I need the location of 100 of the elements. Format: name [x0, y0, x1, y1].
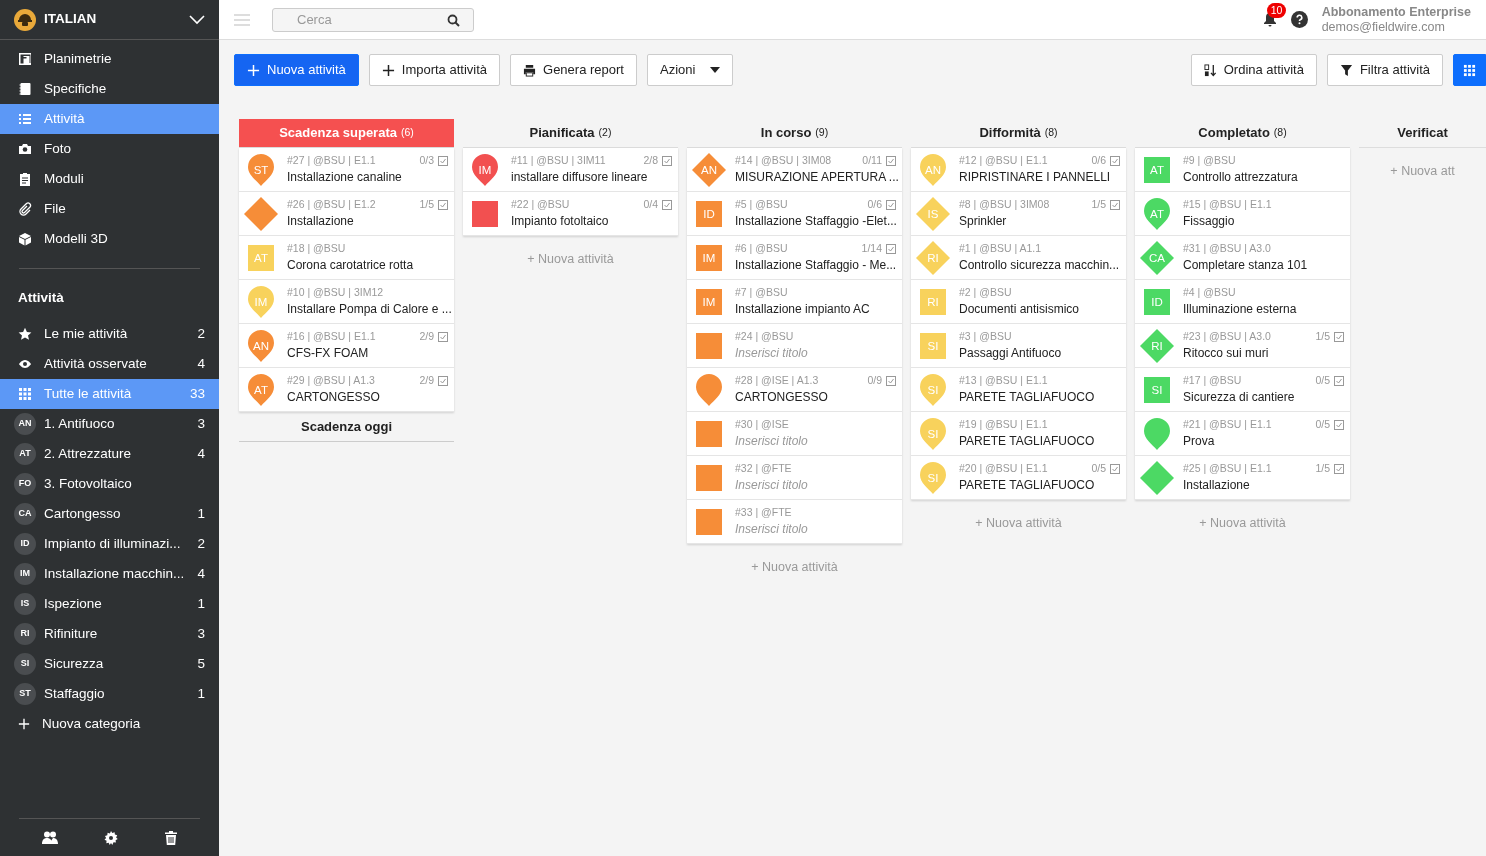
account-email: demos@fieldwire.com: [1321, 19, 1446, 34]
category-item[interactable]: CA Cartongesso 1: [0, 499, 219, 529]
plus-icon: [247, 63, 260, 77]
category-item[interactable]: AN 1. Antifuoco 3: [0, 409, 219, 439]
import-button[interactable]: Importa attività: [368, 54, 501, 86]
new-category-link[interactable]: Nuova categoria: [0, 709, 219, 739]
checklist-count: 0/6: [867, 196, 882, 212]
paperclip-icon: [18, 202, 32, 216]
category-avatar: SI: [14, 653, 36, 675]
task-card[interactable]: AN #16 | @BSU | E1.1 2/9 CFS-FX FOAM: [239, 324, 454, 368]
category-initials: SI: [926, 470, 940, 486]
task-card[interactable]: AN #12 | @BSU | E1.1 0/6 RIPRISTINARE I PANNELLI: [911, 148, 1126, 192]
task-card[interactable]: AT #29 | @BSU | A1.3 2/9 CARTONGESSO: [239, 368, 454, 412]
category-item[interactable]: AT 2. Attrezzature 4: [0, 439, 219, 469]
search-field[interactable]: Cerca: [272, 7, 474, 32]
filter-item[interactable]: Le mie attività 2: [0, 319, 219, 349]
checklist-count: 2/9: [419, 372, 434, 388]
task-card[interactable]: AT #15 | @BSU | E1.1 Fissaggio: [1135, 192, 1350, 236]
task-title: PARETE TAGLIAFUOCO: [959, 389, 1096, 407]
users-icon[interactable]: [42, 831, 59, 844]
task-meta: #32 | @FTE: [735, 460, 793, 476]
task-card[interactable]: CA #31 | @BSU | A3.0 Completare stanza 101: [1135, 236, 1350, 280]
task-card[interactable]: #26 | @BSU | E1.2 1/5 Installazione: [239, 192, 454, 236]
task-card[interactable]: ID #4 | @BSU Illuminazione esterna: [1135, 280, 1350, 324]
camera-icon: [18, 142, 32, 156]
category-avatar: FO: [14, 473, 36, 495]
column-title: Pianificata: [529, 124, 595, 143]
task-card[interactable]: IM #11 | @BSU | 3IM11 2/8 installare diffusore lineare: [463, 148, 678, 192]
task-card[interactable]: AT #9 | @BSU Controllo attrezzatura: [1135, 148, 1350, 192]
checklist-count: 0/5: [1315, 372, 1330, 388]
help-icon[interactable]: [1290, 11, 1308, 28]
nav-item[interactable]: Planimetrie: [0, 44, 219, 74]
column-title: Scadenza superata: [279, 124, 397, 143]
title-placeholder: Inserisci titolo: [735, 433, 809, 451]
task-card[interactable]: #28 | @ISE | A1.3 0/9 CARTONGESSO: [687, 368, 902, 412]
task-card[interactable]: SI #19 | @BSU | E1.1 PARETE TAGLIAFUOCO: [911, 412, 1126, 456]
task-card[interactable]: RI #2 | @BSU Documenti antisismico: [911, 280, 1126, 324]
task-meta: #22 | @BSU: [511, 196, 571, 212]
category-initials: AN: [252, 338, 270, 354]
category-item[interactable]: IM Installazione macchin... 4: [0, 559, 219, 589]
nav-item[interactable]: Specifiche: [0, 74, 219, 104]
task-card[interactable]: AN #14 | @BSU | 3IM08 0/11 MISURAZIONE APERTURA ...: [687, 148, 902, 192]
report-button[interactable]: Genera report: [510, 54, 637, 86]
nav-item[interactable]: Foto: [0, 134, 219, 164]
column-title: Difformità: [979, 124, 1041, 143]
checklist-count: 2/8: [643, 152, 658, 168]
task-card[interactable]: IM #7 | @BSU Installazione impianto AC: [687, 280, 902, 324]
category-item[interactable]: IS Ispezione 1: [0, 589, 219, 619]
task-card[interactable]: SI #3 | @BSU Passaggi Antifuoco: [911, 324, 1126, 368]
task-meta: #13 | @BSU | E1.1: [959, 372, 1049, 388]
settings-icon[interactable]: [104, 830, 119, 845]
task-title: Installazione Staffaggio - Me...: [735, 257, 896, 275]
trash-icon[interactable]: [164, 830, 177, 845]
checkbox-icon: [438, 199, 448, 210]
task-meta: #3 | @BSU: [959, 328, 1013, 344]
task-card[interactable]: SI #17 | @BSU 0/5 Sicurezza di cantiere: [1135, 368, 1350, 412]
category-item[interactable]: FO 3. Fotovoltaico: [0, 469, 219, 499]
task-title: Passaggi Antifuoco: [959, 345, 1063, 363]
task-card[interactable]: SI #20 | @BSU | E1.1 0/5 PARETE TAGLIAFUOCO: [911, 456, 1126, 500]
task-meta: #27 | @BSU | E1.1: [287, 152, 377, 168]
task-card[interactable]: #22 | @BSU 0/4 Impianto fotoltaico: [463, 192, 678, 236]
hardhat-logo-icon: [14, 8, 36, 31]
task-card[interactable]: AT #18 | @BSU Corona carotatrice rotta: [239, 236, 454, 280]
checkbox-icon: [886, 155, 896, 166]
task-card[interactable]: IM #6 | @BSU 1/14 Installazione Staffaggio - Me...: [687, 236, 902, 280]
chevron-down-icon[interactable]: [189, 14, 205, 25]
task-card[interactable]: SI #13 | @BSU | E1.1 PARETE TAGLIAFUOCO: [911, 368, 1126, 412]
category-item[interactable]: ST Staffaggio 1: [0, 679, 219, 709]
task-card[interactable]: ST #27 | @BSU | E1.1 0/3 Installazione canaline: [239, 148, 454, 192]
category-item[interactable]: RI Rifiniture 3: [0, 619, 219, 649]
task-title: Installazione impianto AC: [735, 301, 871, 319]
task-meta: #17 | @BSU: [1183, 372, 1243, 388]
new-task-button[interactable]: Nuova attività: [234, 54, 359, 86]
floor-plan-icon: [18, 52, 32, 66]
category-avatar: AT: [14, 443, 36, 465]
project-name[interactable]: ITALIAN: [44, 9, 97, 30]
task-card[interactable]: RI #23 | @BSU | A3.0 1/5 Ritocco sui muri: [1135, 324, 1350, 368]
filter-button[interactable]: Filtra attività: [1326, 54, 1443, 86]
checkbox-icon: [886, 243, 896, 254]
nav-item[interactable]: Moduli: [0, 164, 219, 194]
view-toggle-button[interactable]: [1453, 54, 1486, 86]
checkbox-icon: [1334, 463, 1344, 474]
nav-item[interactable]: File: [0, 194, 219, 224]
nav-item[interactable]: Modelli 3D: [0, 224, 219, 254]
category-initials: ID: [1150, 294, 1164, 310]
sort-button[interactable]: Ordina attività: [1190, 54, 1317, 86]
checklist-count: 1/5: [1091, 196, 1106, 212]
task-card[interactable]: RI #1 | @BSU | A1.1 Controllo sicurezza macchin...: [911, 236, 1126, 280]
task-card[interactable]: ID #5 | @BSU 0/6 Installazione Staffaggio -Elet...: [687, 192, 902, 236]
task-card[interactable]: IM #10 | @BSU | 3IM12 Installare Pompa di Calore e ...: [239, 280, 454, 324]
category-item[interactable]: SI Sicurezza 5: [0, 649, 219, 679]
filter-item[interactable]: Attività osservate 4: [0, 349, 219, 379]
checklist-count: 0/4: [643, 196, 658, 212]
actions-dropdown[interactable]: Azioni: [646, 54, 734, 86]
task-title: PARETE TAGLIAFUOCO: [959, 477, 1096, 495]
task-card[interactable]: IS #8 | @BSU | 3IM08 1/5 Sprinkler: [911, 192, 1126, 236]
task-card[interactable]: #21 | @BSU | E1.1 0/5 Prova: [1135, 412, 1350, 456]
category-initials: AN: [924, 162, 942, 178]
category-item[interactable]: ID Impianto di illuminazi... 2: [0, 529, 219, 559]
task-card[interactable]: #25 | @BSU | E1.1 1/5 Installazione: [1135, 456, 1350, 500]
